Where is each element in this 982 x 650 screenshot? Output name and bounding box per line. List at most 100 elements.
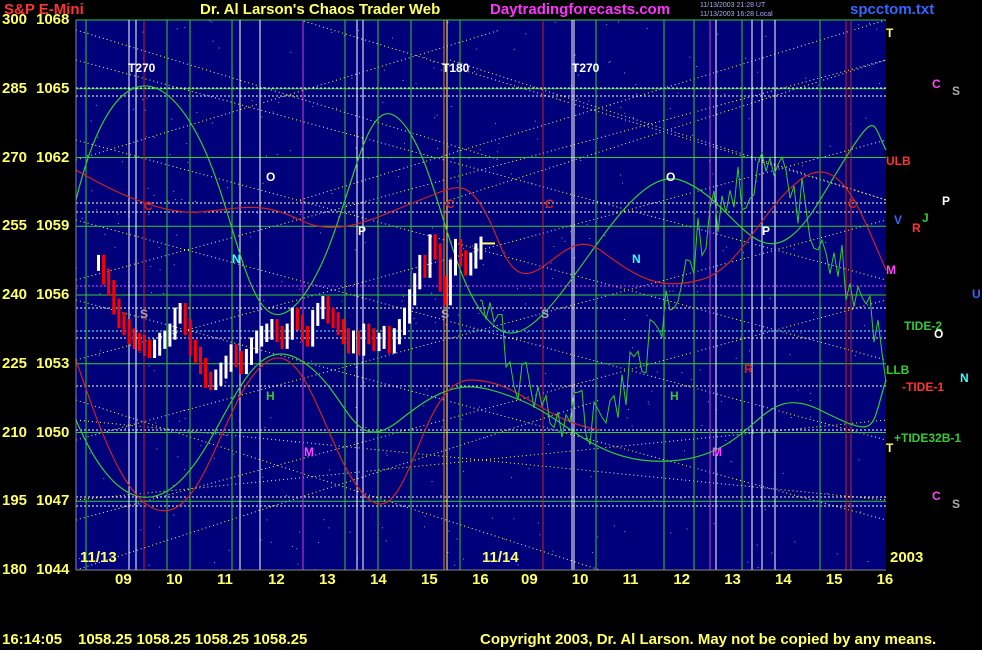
star-dot: [590, 476, 592, 478]
star-dot: [491, 517, 493, 519]
star-dot: [299, 214, 301, 215]
star-dot: [669, 108, 671, 110]
star-dot: [148, 365, 150, 367]
star-dot: [424, 57, 426, 58]
star-dot: [858, 24, 860, 26]
star-dot: [461, 418, 463, 420]
right-side-label: M: [886, 263, 896, 277]
marker-label: O: [266, 170, 275, 184]
right-side-label: J: [922, 211, 929, 225]
y-left-tick: 255: [2, 217, 28, 235]
star-dot: [382, 101, 384, 103]
y-right-tick: 1047: [36, 492, 70, 510]
star-dot: [485, 437, 487, 439]
star-dot: [142, 31, 144, 33]
quote-values: 1058.25 1058.25 1058.25 1058.25: [78, 631, 308, 648]
right-side-label: V: [894, 213, 902, 227]
star-dot: [756, 544, 758, 546]
x-tick-label: 11: [622, 571, 639, 588]
y-left-tick: 195: [2, 492, 28, 510]
site-link[interactable]: Daytradingforecasts.com: [490, 1, 670, 18]
star-dot: [154, 136, 156, 138]
marker-label: P: [358, 224, 366, 238]
star-dot: [463, 470, 465, 472]
star-dot: [148, 564, 150, 566]
star-dot: [529, 288, 531, 289]
star-dot: [278, 101, 280, 103]
y-right-tick: 1050: [36, 423, 70, 441]
star-dot: [805, 77, 807, 79]
star-dot: [513, 48, 515, 50]
star-dot: [200, 445, 202, 447]
star-dot: [318, 541, 319, 543]
star-dot: [478, 312, 480, 314]
star-dot: [262, 182, 264, 184]
date-label-1113: 11/13: [80, 549, 117, 566]
marker-label: H: [266, 389, 275, 403]
star-dot: [97, 136, 99, 138]
star-dot: [854, 355, 856, 357]
star-dot: [699, 369, 701, 371]
star-dot: [447, 22, 449, 23]
star-dot: [790, 417, 792, 418]
star-dot: [441, 426, 443, 428]
star-dot: [266, 155, 267, 157]
star-dot: [748, 118, 750, 120]
star-dot: [431, 481, 433, 483]
star-dot: [150, 266, 152, 268]
star-dot: [821, 360, 823, 362]
star-dot: [174, 199, 176, 201]
star-dot: [196, 112, 198, 114]
star-dot: [290, 51, 292, 53]
star-dot: [133, 108, 135, 110]
star-dot: [554, 21, 556, 23]
star-dot: [95, 104, 97, 106]
star-dot: [797, 389, 799, 391]
star-dot: [144, 109, 146, 111]
star-dot: [764, 508, 766, 510]
star-dot: [867, 561, 869, 562]
star-dot: [694, 213, 696, 214]
star-dot: [360, 212, 362, 214]
marker-label: C: [848, 197, 857, 211]
star-dot: [624, 72, 626, 74]
star-dot: [424, 515, 426, 517]
star-dot: [86, 154, 88, 156]
x-tick-label: 15: [825, 571, 843, 588]
star-dot: [539, 534, 541, 536]
star-dot: [534, 120, 536, 122]
star-dot: [323, 519, 325, 521]
star-dot: [526, 331, 528, 333]
star-dot: [712, 173, 714, 175]
marker-label: N: [232, 252, 241, 266]
star-dot: [250, 236, 252, 238]
chart-title: Dr. Al Larson's Chaos Trader Web: [200, 1, 441, 18]
star-dot: [564, 241, 566, 242]
star-dot: [296, 548, 298, 550]
right-side-label: T: [886, 441, 894, 455]
star-dot: [99, 293, 101, 295]
star-dot: [561, 237, 563, 239]
star-dot: [159, 269, 161, 271]
star-dot: [646, 28, 648, 29]
star-dot: [142, 99, 144, 101]
star-dot: [577, 98, 579, 100]
star-dot: [98, 355, 100, 356]
star-dot: [723, 93, 725, 95]
star-dot: [656, 371, 658, 373]
star-dot: [624, 112, 626, 114]
star-dot: [364, 242, 366, 244]
star-dot: [151, 292, 152, 294]
star-dot: [312, 105, 314, 107]
star-dot: [479, 149, 481, 151]
star-dot: [618, 21, 619, 23]
star-dot: [346, 204, 348, 206]
star-dot: [810, 416, 812, 418]
star-dot: [386, 454, 388, 456]
star-dot: [331, 31, 333, 33]
star-dot: [89, 452, 91, 454]
star-dot: [349, 531, 351, 533]
star-dot: [626, 417, 628, 419]
star-dot: [745, 57, 746, 59]
star-dot: [153, 194, 155, 196]
